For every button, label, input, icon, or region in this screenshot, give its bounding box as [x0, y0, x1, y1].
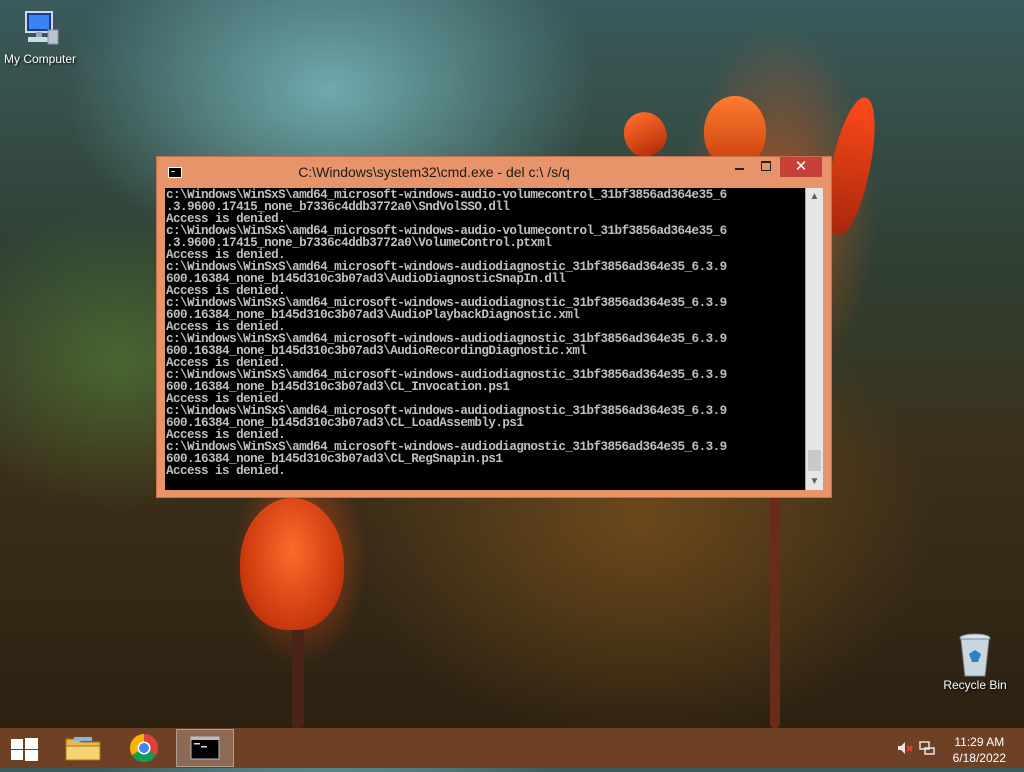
command-prompt-icon	[190, 736, 220, 760]
network-icon[interactable]	[919, 740, 935, 756]
clock[interactable]: 11:29 AM 6/18/2022	[953, 734, 1006, 766]
taskbar-chrome[interactable]	[115, 729, 173, 767]
system-tray: 11:29 AM 6/18/2022	[874, 728, 1024, 768]
scroll-up-arrow-icon[interactable]: ▲	[806, 188, 823, 205]
volume-muted-icon[interactable]	[897, 740, 913, 756]
scroll-down-arrow-icon[interactable]: ▼	[806, 473, 823, 490]
my-computer-desktop-icon[interactable]: My Computer	[0, 10, 80, 66]
chrome-icon	[130, 734, 158, 762]
start-button[interactable]	[11, 738, 38, 761]
recycle-bin-icon	[953, 632, 997, 677]
close-button[interactable]: ✕	[780, 157, 822, 177]
minimize-button[interactable]	[726, 157, 753, 177]
close-icon: ✕	[794, 158, 808, 175]
taskbar-command-prompt[interactable]	[176, 729, 234, 767]
maximize-button[interactable]	[753, 157, 780, 177]
computer-icon	[18, 10, 62, 50]
file-explorer-icon	[65, 737, 101, 761]
console-text: c:\Windows\WinSxS\amd64_microsoft-window…	[166, 188, 727, 478]
taskbar-file-explorer[interactable]	[54, 729, 112, 767]
window-title: C:\Windows\system32\cmd.exe - del c:\ /s…	[298, 164, 570, 180]
my-computer-label: My Computer	[3, 52, 77, 66]
clock-time: 11:29 AM	[954, 735, 1005, 749]
cmd-window[interactable]: C:\Windows\system32\cmd.exe - del c:\ /s…	[156, 156, 832, 498]
scrollbar-thumb[interactable]	[808, 450, 821, 471]
recycle-bin-label: Recycle Bin	[943, 678, 1007, 692]
clock-date: 6/18/2022	[952, 751, 1006, 765]
console-output[interactable]: c:\Windows\WinSxS\amd64_microsoft-window…	[165, 188, 805, 490]
recycle-bin-desktop-icon[interactable]: Recycle Bin	[935, 632, 1015, 692]
window-titlebar[interactable]: C:\Windows\system32\cmd.exe - del c:\ /s…	[157, 157, 831, 187]
taskbar: 11:29 AM 6/18/2022	[0, 728, 1024, 768]
vertical-scrollbar[interactable]: ▲ ▼	[806, 188, 823, 490]
